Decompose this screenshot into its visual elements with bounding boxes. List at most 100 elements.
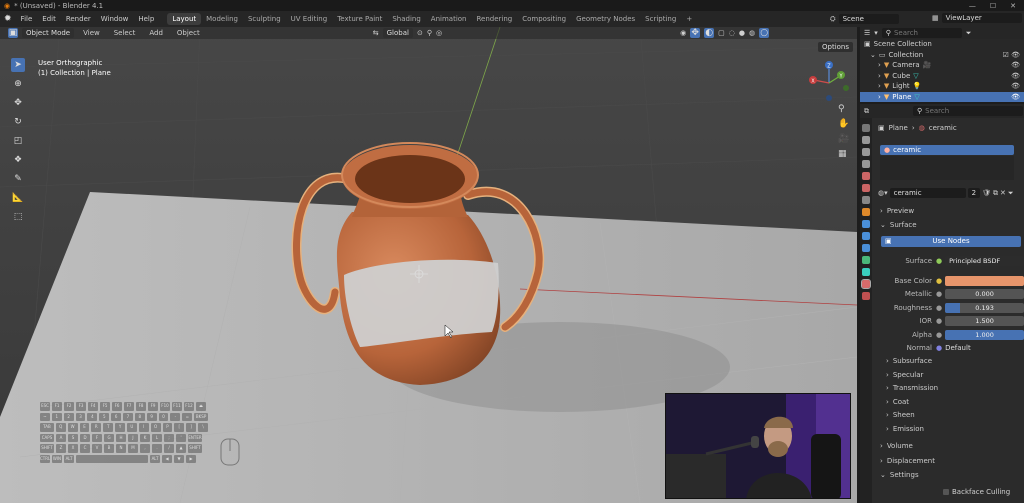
checkbox-icon[interactable]: ☑ 👁: [1003, 51, 1024, 59]
unlink-icon[interactable]: ✕: [1000, 189, 1006, 197]
alpha-field[interactable]: 1.000: [945, 330, 1024, 340]
scale-tool-icon[interactable]: ◰: [11, 134, 25, 148]
collection-tab-icon[interactable]: [862, 196, 870, 204]
visibility-eye-icon[interactable]: 👁: [1011, 61, 1024, 69]
outliner-scene-collection[interactable]: ▣ Scene Collection: [860, 39, 1024, 50]
proportional-edit-icon[interactable]: ◎: [436, 29, 442, 37]
properties-search[interactable]: ⚲ Search: [913, 106, 1023, 116]
visibility-eye-icon[interactable]: 👁: [1011, 93, 1024, 101]
shading-wireframe-icon[interactable]: ◌: [729, 29, 735, 37]
outliner-item-light[interactable]: › ▼ Light 💡 👁: [860, 81, 1024, 92]
texture-tab-icon[interactable]: [862, 292, 870, 300]
roughness-field[interactable]: 0.193: [945, 303, 1024, 313]
tab-geometry-nodes[interactable]: Geometry Nodes: [571, 13, 640, 25]
tab-layout[interactable]: Layout: [167, 13, 202, 25]
material-tab-icon[interactable]: [861, 279, 871, 289]
physics-tab-icon[interactable]: [862, 244, 870, 252]
viewport-menu-view[interactable]: View: [78, 29, 105, 37]
data-tab-icon[interactable]: [862, 268, 870, 276]
pan-hand-icon[interactable]: ✋: [838, 119, 852, 129]
panel-volume[interactable]: › Volume: [880, 442, 913, 450]
add-cube-tool-icon[interactable]: ⬚: [11, 210, 25, 224]
surface-shader-field[interactable]: Principled BSDF: [945, 256, 1024, 266]
xray-icon[interactable]: ▢: [718, 29, 725, 37]
overlay-toggle-icon[interactable]: ◐: [704, 28, 715, 38]
view-layer-tab-icon[interactable]: [862, 160, 870, 168]
modifier-tab-icon[interactable]: [862, 220, 870, 228]
expand-icon[interactable]: ›: [878, 93, 881, 101]
outliner-collection[interactable]: ⌄ ▭ Collection ☑ 👁: [860, 50, 1024, 61]
properties-editor-icon[interactable]: ⧉: [864, 107, 869, 116]
menu-file[interactable]: File: [16, 15, 38, 23]
close-button[interactable]: ✕: [1010, 2, 1016, 10]
material-name-field[interactable]: ceramic: [889, 188, 966, 198]
shading-solid-icon[interactable]: ●: [739, 29, 745, 37]
view-layer-selector[interactable]: ▦ ViewLayer: [932, 13, 1022, 23]
move-tool-icon[interactable]: ✥: [11, 96, 25, 110]
camera-view-icon[interactable]: 🎥: [838, 134, 852, 144]
shading-rendered-icon[interactable]: ○: [759, 28, 770, 38]
viewport-menu-add[interactable]: Add: [144, 29, 168, 37]
metallic-field[interactable]: 0.000: [945, 289, 1024, 299]
tab-sculpting[interactable]: Sculpting: [243, 13, 286, 25]
world-tab-icon[interactable]: [862, 184, 870, 192]
gizmo-toggle-icon[interactable]: ✥: [690, 28, 701, 38]
output-tab-icon[interactable]: [862, 148, 870, 156]
user-count[interactable]: 2: [967, 188, 981, 198]
particles-tab-icon[interactable]: [862, 232, 870, 240]
measure-tool-icon[interactable]: 📐: [11, 191, 25, 205]
subpanel-specular[interactable]: › Specular: [886, 371, 923, 379]
material-slot-list[interactable]: [880, 156, 1014, 180]
select-box-icon[interactable]: ▣: [8, 28, 18, 38]
add-workspace-button[interactable]: +: [681, 13, 697, 25]
tool-tab-icon[interactable]: [862, 124, 870, 132]
filter-funnel-icon[interactable]: ⏷: [966, 29, 972, 38]
scene-selector[interactable]: ⛭ Scene: [830, 13, 925, 25]
normal-value[interactable]: Default: [945, 344, 971, 352]
use-nodes-button[interactable]: ▣ Use Nodes: [881, 236, 1021, 247]
tab-scripting[interactable]: Scripting: [640, 13, 681, 25]
cursor-tool-icon[interactable]: ⊕: [11, 77, 25, 91]
snap-icon[interactable]: ⚲: [427, 29, 432, 37]
visibility-icon[interactable]: ◉: [680, 29, 686, 37]
maximize-button[interactable]: ☐: [990, 2, 996, 10]
viewport-menu-select[interactable]: Select: [109, 29, 141, 37]
subpanel-emission[interactable]: › Emission: [886, 425, 924, 433]
object-mode-dropdown[interactable]: Object Mode: [22, 28, 75, 38]
fake-user-icon[interactable]: 🛡: [982, 189, 991, 197]
ior-field[interactable]: 1.500: [945, 316, 1024, 326]
base-color-field[interactable]: [945, 276, 1024, 286]
panel-displacement[interactable]: › Displacement: [880, 457, 935, 465]
outliner-filter-icon[interactable]: ▾: [874, 29, 878, 37]
rotate-tool-icon[interactable]: ↻: [11, 115, 25, 129]
visibility-eye-icon[interactable]: 👁: [1011, 82, 1024, 90]
tab-compositing[interactable]: Compositing: [517, 13, 571, 25]
subpanel-coat[interactable]: › Coat: [886, 398, 909, 406]
viewport-menu-object[interactable]: Object: [172, 29, 205, 37]
subpanel-subsurface[interactable]: › Subsurface: [886, 357, 932, 365]
subpanel-transmission[interactable]: › Transmission: [886, 384, 938, 392]
menu-window[interactable]: Window: [96, 15, 134, 23]
scene-tab-icon[interactable]: [862, 172, 870, 180]
tab-shading[interactable]: Shading: [387, 13, 425, 25]
shading-material-icon[interactable]: ◍: [749, 29, 755, 37]
expand-icon[interactable]: ›: [878, 61, 881, 69]
backface-culling-checkbox[interactable]: [943, 489, 949, 495]
tab-animation[interactable]: Animation: [426, 13, 472, 25]
menu-help[interactable]: Help: [133, 15, 159, 23]
annotate-tool-icon[interactable]: ✎: [11, 172, 25, 186]
outliner-item-plane[interactable]: › ▼ Plane ▽ 👁: [860, 91, 1024, 102]
expand-icon[interactable]: ⌄: [870, 51, 876, 59]
blender-menu-icon[interactable]: ✹: [4, 14, 12, 24]
menu-edit[interactable]: Edit: [37, 15, 61, 23]
panel-preview[interactable]: › Preview: [880, 207, 914, 215]
browse-material-icon[interactable]: ◍▾: [878, 189, 888, 197]
select-tool-icon[interactable]: ➤: [11, 58, 25, 72]
tab-rendering[interactable]: Rendering: [471, 13, 517, 25]
object-tab-icon[interactable]: [862, 208, 870, 216]
outliner-item-camera[interactable]: › ▼ Camera 🎥 👁: [860, 60, 1024, 71]
filter-icon[interactable]: ⏷: [1008, 189, 1014, 198]
navigation-gizmo[interactable]: Z X Y: [808, 58, 850, 108]
duplicate-icon[interactable]: ⧉: [993, 189, 998, 198]
orientation-dropdown[interactable]: Global: [382, 28, 413, 38]
